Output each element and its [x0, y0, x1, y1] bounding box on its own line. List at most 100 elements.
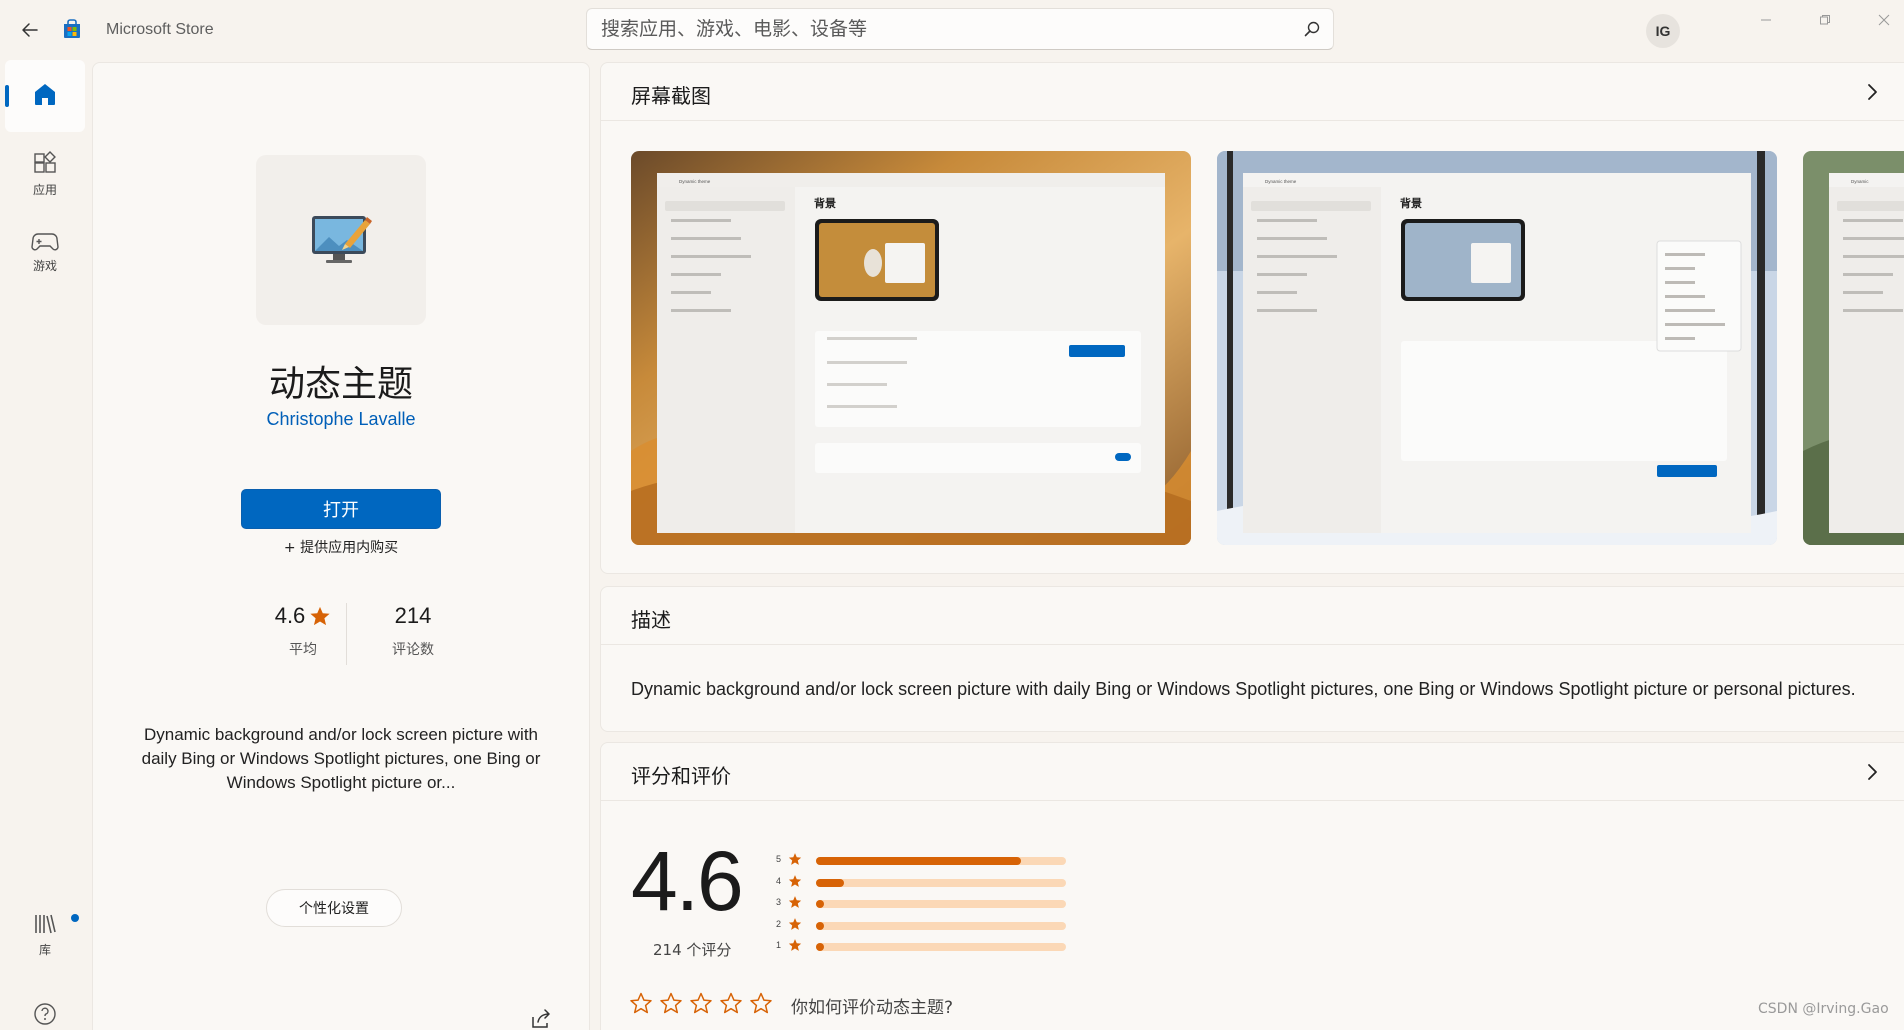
review-count-value: 214 — [394, 603, 432, 628]
section-title: 屏幕截图 — [631, 84, 711, 108]
screenshot-heading: 背景 — [814, 196, 836, 210]
search-input[interactable] — [601, 9, 1281, 49]
share-icon[interactable] — [529, 1007, 553, 1030]
back-button[interactable] — [14, 14, 46, 46]
section-header: 屏幕截图 — [601, 63, 1904, 121]
nav-item-library[interactable]: 库 — [5, 898, 85, 970]
nav-item-label: 库 — [38, 942, 51, 957]
chevron-right-icon[interactable] — [1861, 761, 1883, 783]
nav-item-apps[interactable]: 应用 — [5, 138, 85, 210]
description-section: 描述 Dynamic background and/or lock screen… — [600, 586, 1904, 732]
avatar[interactable]: IG — [1646, 14, 1680, 48]
screenshots-section: 屏幕截图 背景 Dynamic theme 背景 Dynamic theme D… — [600, 62, 1904, 574]
screenshot-image: 背景 Dynamic theme — [631, 151, 1191, 545]
screenshot-image: 背景 Dynamic theme — [1217, 151, 1777, 545]
screenshot-app-label: Dynamic theme — [679, 179, 711, 184]
rate-prompt: 你如何评价动态主题? — [791, 998, 954, 1018]
star-outline-icon[interactable] — [689, 991, 713, 1015]
rating-distribution: 5 4 3 2 1 — [776, 851, 1076, 959]
app-name: 动态主题 — [268, 364, 413, 405]
rating-bar-row: 2 — [776, 916, 1076, 938]
close-button[interactable] — [1864, 8, 1904, 32]
bar-star-count: 4 — [776, 875, 782, 886]
nav-item-games[interactable]: 游戏 — [5, 216, 85, 288]
star-icon — [788, 874, 802, 887]
bar-track — [816, 943, 1066, 951]
bar-star-count: 2 — [776, 918, 782, 929]
rating-bar-row: 3 — [776, 894, 1076, 916]
star-icon — [310, 606, 330, 626]
average-rating-value: 4.6 — [274, 603, 306, 628]
section-title: 评分和评价 — [631, 764, 731, 788]
close-icon — [1878, 14, 1890, 26]
game-controller-icon — [31, 232, 59, 250]
screenshot-thumbnail[interactable]: 背景 Dynamic theme — [631, 151, 1191, 545]
bar-star-count: 1 — [776, 940, 782, 950]
chevron-right-icon[interactable] — [1861, 81, 1883, 103]
nav-item-label: 应用 — [32, 182, 57, 197]
section-title: 描述 — [631, 608, 671, 632]
library-icon — [35, 914, 56, 933]
title-bar: Microsoft Store IG — [0, 0, 1904, 58]
minimize-icon — [1761, 19, 1771, 21]
rating-bar-row: 1 — [776, 937, 1076, 959]
bar-track — [816, 921, 1066, 930]
star-outline-icon[interactable] — [659, 991, 683, 1015]
rating-bar-row: 4 — [776, 873, 1076, 895]
star-icon — [788, 939, 802, 951]
bar-fill — [816, 857, 1021, 865]
search-box[interactable] — [586, 8, 1334, 50]
star-icon — [788, 853, 802, 865]
app-info-panel: 动态主题 Christophe Lavalle 打开 + 提供应用内购买 4.6… — [92, 62, 590, 1030]
bar-fill — [816, 900, 824, 908]
watermark: CSDN @Irving.Gao — [1758, 1001, 1889, 1017]
publisher-link[interactable]: Christophe Lavalle — [93, 409, 589, 430]
average-rating-label: 平均 — [289, 642, 317, 658]
search-icon[interactable] — [1303, 20, 1321, 38]
star-outline-icon[interactable] — [749, 991, 773, 1015]
screenshot-image: Dynamic — [1803, 151, 1904, 545]
back-arrow-icon — [22, 23, 38, 37]
average-rating-stat: 4.6 平均 — [263, 603, 343, 659]
in-app-purchase-note: + 提供应用内购买 — [283, 540, 399, 556]
app-icon — [256, 155, 426, 325]
screenshot-thumbnail[interactable]: 背景 Dynamic theme — [1217, 151, 1777, 545]
nav-item-label: 游戏 — [32, 258, 57, 273]
screenshot-heading: 背景 — [1400, 196, 1422, 210]
nav-item-help[interactable] — [5, 978, 85, 1030]
star-outline-icon[interactable] — [629, 991, 653, 1015]
category-button[interactable]: 个性化设置 — [266, 889, 402, 927]
apps-icon — [34, 150, 56, 173]
short-description: Dynamic background and/or lock screen pi… — [141, 725, 541, 792]
star-outline-icon[interactable] — [719, 991, 743, 1015]
bar-star-count: 5 — [776, 854, 782, 864]
notification-dot — [71, 914, 79, 922]
section-header: 描述 — [601, 587, 1904, 645]
rate-stars — [629, 991, 773, 1015]
help-icon — [34, 1003, 56, 1025]
screenshot-app-label: Dynamic — [1851, 179, 1869, 184]
review-count-stat: 214 评论数 — [358, 603, 468, 659]
rating-count: 214 个评分 — [653, 941, 732, 959]
ratings-section: 评分和评价 4.6 214 个评分 5 4 3 2 1 你如何评价动态主题? — [600, 742, 1904, 1030]
open-button[interactable]: 打开 — [241, 489, 441, 529]
screenshot-thumbnail[interactable]: Dynamic — [1803, 151, 1904, 545]
screenshot-carousel: 背景 Dynamic theme 背景 Dynamic theme Dynami… — [631, 151, 1904, 547]
restore-icon — [1820, 15, 1830, 25]
minimize-button[interactable] — [1746, 8, 1786, 32]
bar-track — [816, 878, 1066, 887]
bar-fill — [816, 921, 824, 930]
star-icon — [788, 896, 802, 908]
nav-item-home[interactable] — [5, 60, 85, 132]
review-count-label: 评论数 — [392, 642, 434, 658]
screenshot-app-label: Dynamic theme — [1265, 179, 1297, 184]
stat-divider — [346, 603, 347, 665]
description-text: Dynamic background and/or lock screen pi… — [631, 679, 1856, 699]
bar-fill — [816, 878, 844, 887]
store-logo-icon — [64, 19, 80, 38]
rating-bar-row: 5 — [776, 851, 1076, 873]
bar-star-count: 3 — [776, 897, 782, 907]
section-header: 评分和评价 — [601, 743, 1904, 801]
restore-button[interactable] — [1805, 8, 1845, 32]
average-rating-large: 4.6 — [631, 834, 744, 928]
